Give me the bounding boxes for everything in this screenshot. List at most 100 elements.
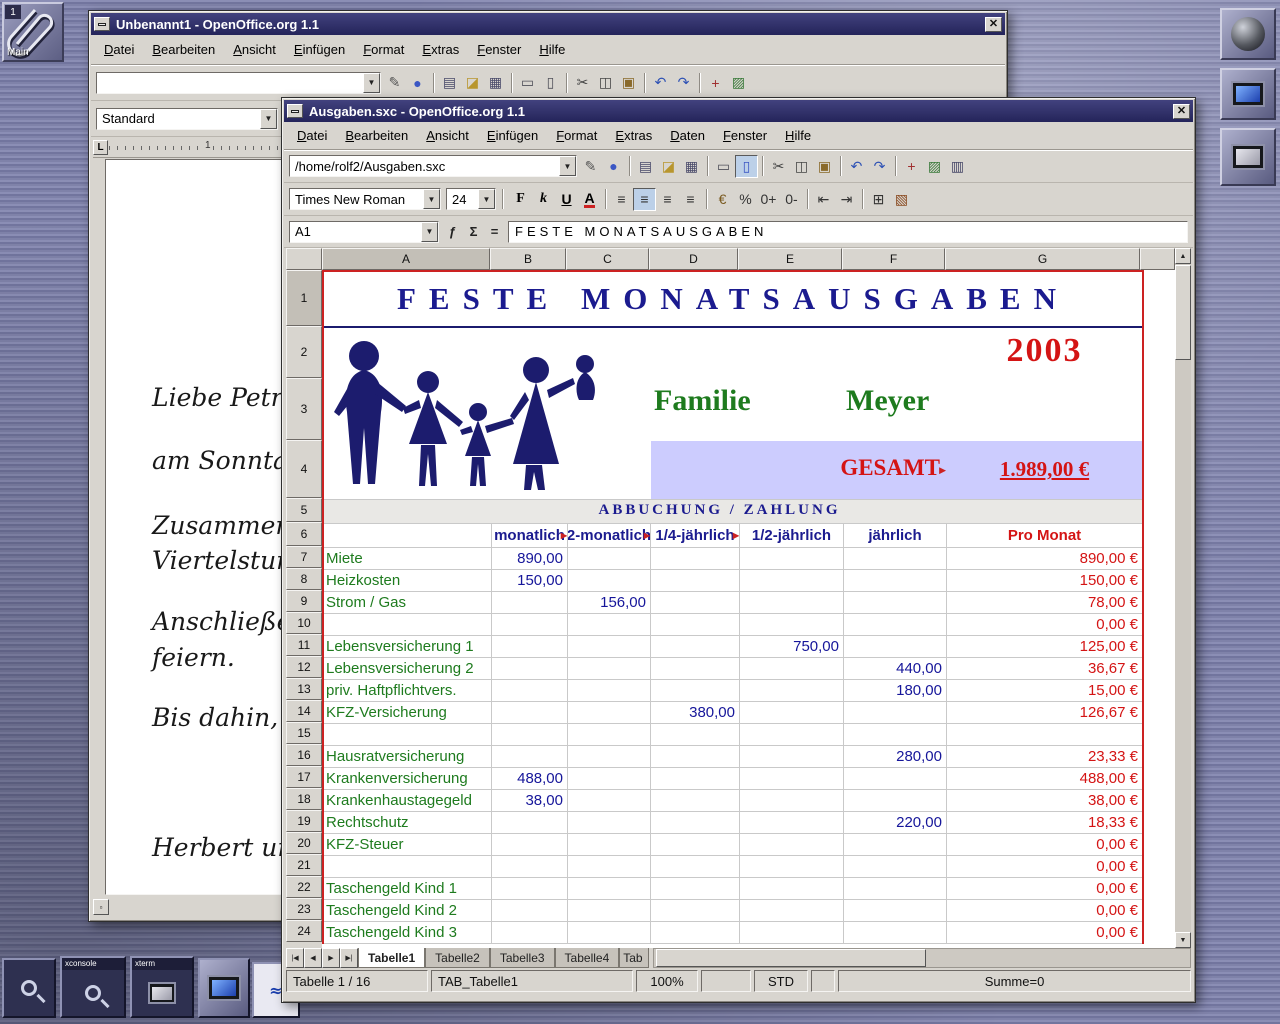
cell[interactable]: Lebensversicherung 2: [324, 658, 492, 680]
cell[interactable]: [844, 614, 947, 636]
cell[interactable]: Taschengeld Kind 1: [324, 878, 492, 900]
menu-item-hilfe[interactable]: Hilfe: [776, 124, 820, 147]
cell[interactable]: [324, 856, 492, 878]
cell[interactable]: 890,00: [492, 548, 568, 570]
cell[interactable]: [740, 834, 844, 856]
cell[interactable]: 440,00: [844, 658, 947, 680]
menu-item-ansicht[interactable]: Ansicht: [224, 38, 285, 61]
cell[interactable]: [492, 702, 568, 724]
column-title-2monatlich[interactable]: 2-monatlich▶: [568, 524, 651, 548]
cell[interactable]: 0,00 €: [947, 834, 1142, 856]
row-header-22[interactable]: 22: [286, 876, 322, 898]
menu-item-extras[interactable]: Extras: [606, 124, 661, 147]
row-header-6[interactable]: 6: [286, 522, 322, 546]
cell[interactable]: [651, 812, 740, 834]
column-header-b[interactable]: B: [490, 248, 566, 270]
chevron-down-icon[interactable]: ▼: [260, 109, 277, 129]
cell[interactable]: 0,00 €: [947, 878, 1142, 900]
print-icon[interactable]: ▭: [516, 71, 539, 94]
row-header-20[interactable]: 20: [286, 832, 322, 854]
title-row[interactable]: FESTE MONATSAUSGABEN: [324, 272, 1142, 328]
cell[interactable]: Heizkosten: [324, 570, 492, 592]
navigator-icon[interactable]: +: [704, 71, 727, 94]
cell[interactable]: Rechtschutz: [324, 812, 492, 834]
scroll-up-icon[interactable]: ▲: [1175, 248, 1191, 264]
cell[interactable]: Miete: [324, 548, 492, 570]
cell[interactable]: 150,00 €: [947, 570, 1142, 592]
cell[interactable]: Taschengeld Kind 2: [324, 900, 492, 922]
cell[interactable]: [651, 592, 740, 614]
cell[interactable]: [492, 834, 568, 856]
cell[interactable]: 36,67 €: [947, 658, 1142, 680]
tab-stop-icon[interactable]: L: [93, 140, 108, 155]
cell[interactable]: 890,00 €: [947, 548, 1142, 570]
row-header-2[interactable]: 2: [286, 326, 322, 378]
cell[interactable]: [740, 614, 844, 636]
cell[interactable]: priv. Haftpflichtvers.: [324, 680, 492, 702]
cell[interactable]: [844, 636, 947, 658]
cell-grid[interactable]: FESTE MONATSAUSGABEN: [322, 270, 1144, 944]
cell[interactable]: 38,00 €: [947, 790, 1142, 812]
cell[interactable]: [651, 614, 740, 636]
undo-icon[interactable]: ↶: [845, 155, 868, 178]
cell[interactable]: [568, 922, 651, 944]
font-size-combo[interactable]: 24 ▼: [446, 188, 496, 210]
print-icon[interactable]: ▭: [712, 155, 735, 178]
menu-item-format[interactable]: Format: [354, 38, 413, 61]
italic-icon[interactable]: k: [532, 188, 555, 211]
cell[interactable]: 488,00: [492, 768, 568, 790]
cell[interactable]: [651, 768, 740, 790]
underline-icon[interactable]: U: [555, 188, 578, 211]
gallery-icon[interactable]: ▨: [727, 71, 750, 94]
cell[interactable]: [651, 900, 740, 922]
cell[interactable]: [740, 922, 844, 944]
cell[interactable]: [651, 658, 740, 680]
row-header-15[interactable]: 15: [286, 722, 322, 744]
cell[interactable]: [568, 548, 651, 570]
cell[interactable]: [492, 636, 568, 658]
cell[interactable]: [740, 570, 844, 592]
cell[interactable]: 126,67 €: [947, 702, 1142, 724]
chevron-down-icon[interactable]: ▼: [559, 156, 576, 176]
formula-input[interactable]: [509, 222, 1187, 242]
paste-icon[interactable]: ▣: [617, 71, 640, 94]
cell[interactable]: [947, 724, 1142, 746]
row-header-9[interactable]: 9: [286, 590, 322, 612]
close-button[interactable]: ✕: [1173, 104, 1190, 119]
cell[interactable]: 280,00: [844, 746, 947, 768]
row-header-1[interactable]: 1: [286, 270, 322, 326]
cell[interactable]: 180,00: [844, 680, 947, 702]
row-header-11[interactable]: 11: [286, 634, 322, 656]
first-sheet-icon[interactable]: |◀: [286, 948, 304, 968]
cell[interactable]: [651, 746, 740, 768]
cell[interactable]: [324, 524, 492, 548]
cell[interactable]: 0,00 €: [947, 900, 1142, 922]
gallery-icon[interactable]: ▨: [923, 155, 946, 178]
font-name-combo[interactable]: Times New Roman ▼: [289, 188, 441, 210]
cell[interactable]: [324, 724, 492, 746]
cell[interactable]: [740, 548, 844, 570]
cell[interactable]: [651, 570, 740, 592]
cut-icon[interactable]: ✂: [767, 155, 790, 178]
row-header-7[interactable]: 7: [286, 546, 322, 568]
menu-item-datei[interactable]: Datei: [288, 124, 336, 147]
menu-item-format[interactable]: Format: [547, 124, 606, 147]
cell[interactable]: [651, 878, 740, 900]
cell[interactable]: [568, 900, 651, 922]
row-header-12[interactable]: 12: [286, 656, 322, 678]
chevron-down-icon[interactable]: ▼: [423, 189, 440, 209]
row-header-3[interactable]: 3: [286, 378, 322, 440]
formula-icon[interactable]: =: [484, 221, 505, 242]
desktop-shortcut-sphere[interactable]: [1220, 8, 1276, 60]
window-menu-icon[interactable]: [94, 17, 110, 31]
cell[interactable]: [844, 548, 947, 570]
column-title-monatlich[interactable]: monatlich▶: [492, 524, 568, 548]
row-header-14[interactable]: 14: [286, 700, 322, 722]
cell[interactable]: 0,00 €: [947, 614, 1142, 636]
cell[interactable]: [568, 746, 651, 768]
horizontal-scroll-thumb[interactable]: [656, 949, 926, 967]
sheet-tab-tabelle4[interactable]: Tabelle4: [555, 948, 620, 968]
row-header-23[interactable]: 23: [286, 898, 322, 920]
chevron-down-icon[interactable]: ▼: [421, 222, 438, 242]
cell[interactable]: [740, 702, 844, 724]
